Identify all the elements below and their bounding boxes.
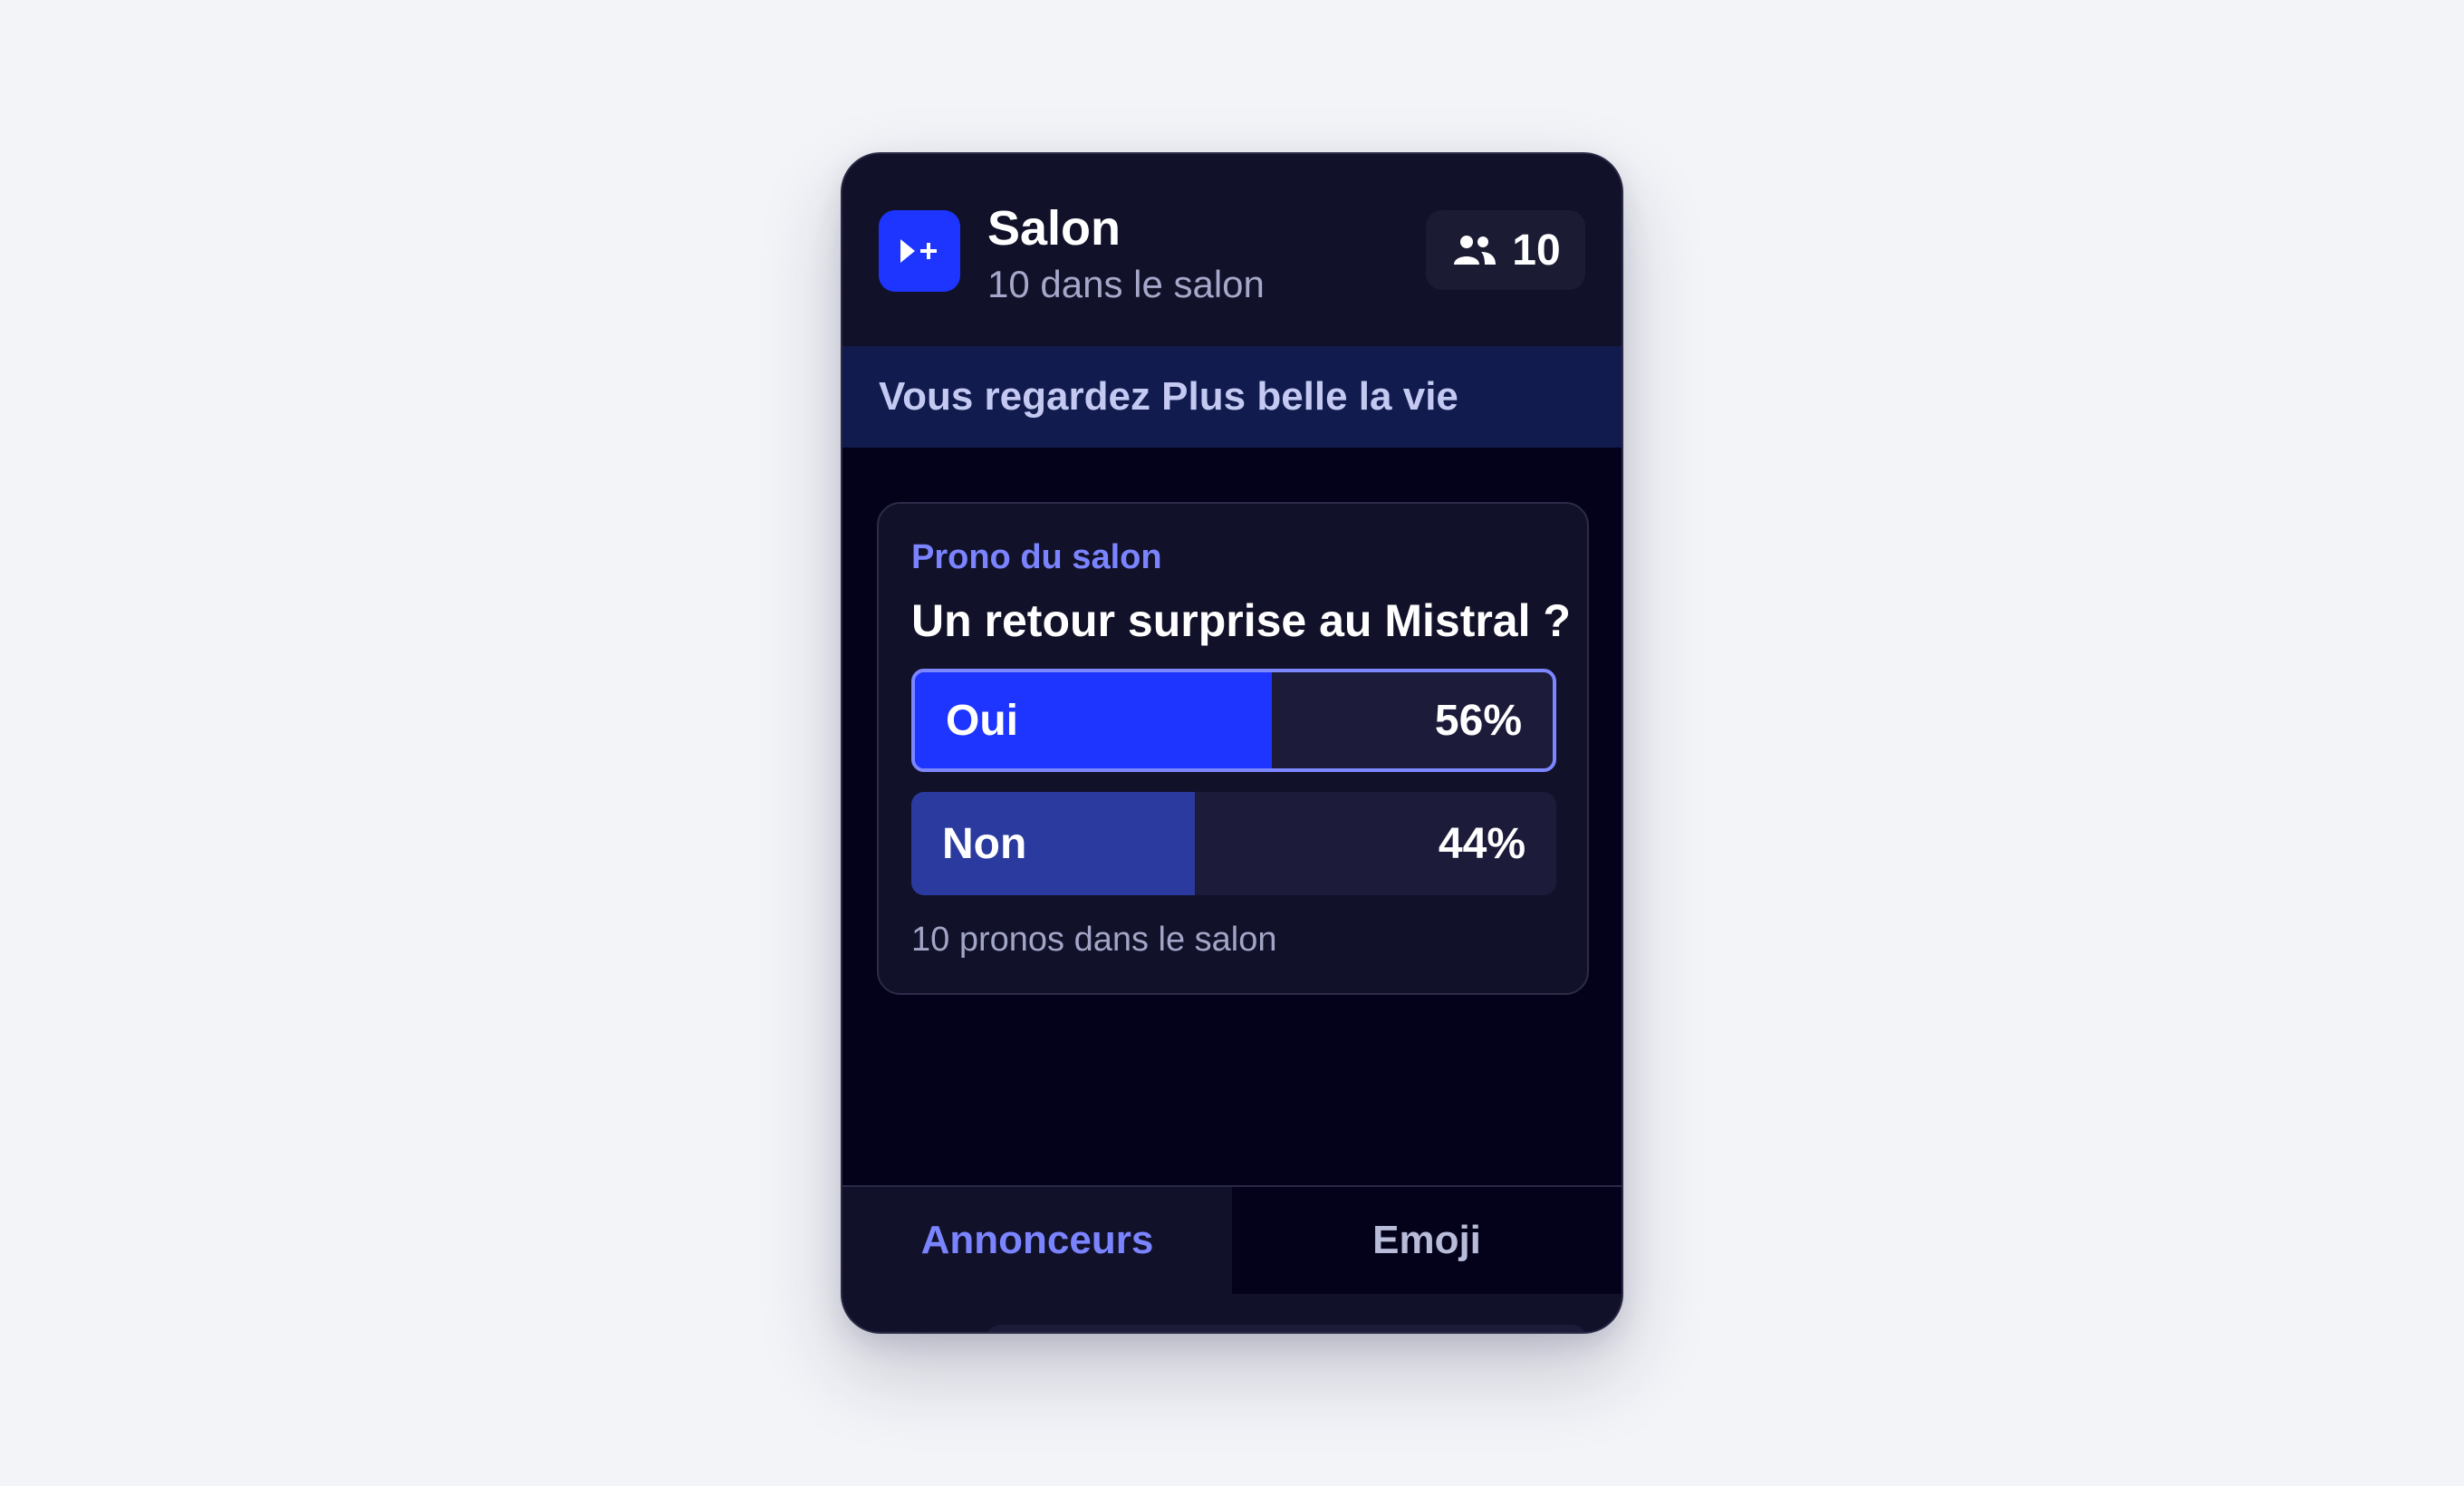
room-logo — [879, 210, 960, 292]
now-watching-banner: Vous regardez Plus belle la vie — [842, 346, 1622, 448]
poll-option-label: Non — [942, 819, 1027, 868]
poll-kicker: Prono du salon — [911, 538, 1162, 576]
poll-option-percent: 56% — [1434, 696, 1522, 745]
tab-emoji[interactable]: Emoji — [1232, 1187, 1622, 1294]
tab-annonceurs[interactable]: Annonceurs — [842, 1187, 1232, 1294]
now-watching-text: Vous regardez Plus belle la vie — [879, 374, 1458, 419]
room-title: Salon — [987, 201, 1121, 256]
poll-total: 10 pronos dans le salon — [911, 921, 1277, 959]
chat-room-widget: Salon 10 dans le salon 10 Vous regardez … — [841, 152, 1623, 1334]
tab-bar: Annonceurs Emoji — [842, 1187, 1622, 1294]
viewers-badge[interactable]: 10 — [1426, 210, 1585, 290]
poll-card: Prono du salon Un retour surprise au Mis… — [877, 502, 1589, 995]
play-plus-icon — [900, 239, 937, 263]
room-subtitle: 10 dans le salon — [987, 263, 1265, 305]
message-input[interactable] — [984, 1325, 1589, 1332]
room-header: Salon 10 dans le salon 10 — [842, 154, 1622, 346]
chat-content: Prono du salon Un retour surprise au Mis… — [842, 448, 1622, 1187]
poll-option-percent: 44% — [1438, 819, 1526, 868]
poll-option-label: Oui — [946, 696, 1018, 745]
viewers-count: 10 — [1512, 226, 1561, 275]
poll-option-non[interactable]: Non 44% — [911, 792, 1556, 895]
users-icon — [1454, 236, 1497, 265]
message-composer: VS — [842, 1294, 1622, 1332]
poll-question: Un retour surprise au Mistral ? — [911, 595, 1571, 646]
poll-option-oui[interactable]: Oui 56% — [911, 669, 1556, 772]
